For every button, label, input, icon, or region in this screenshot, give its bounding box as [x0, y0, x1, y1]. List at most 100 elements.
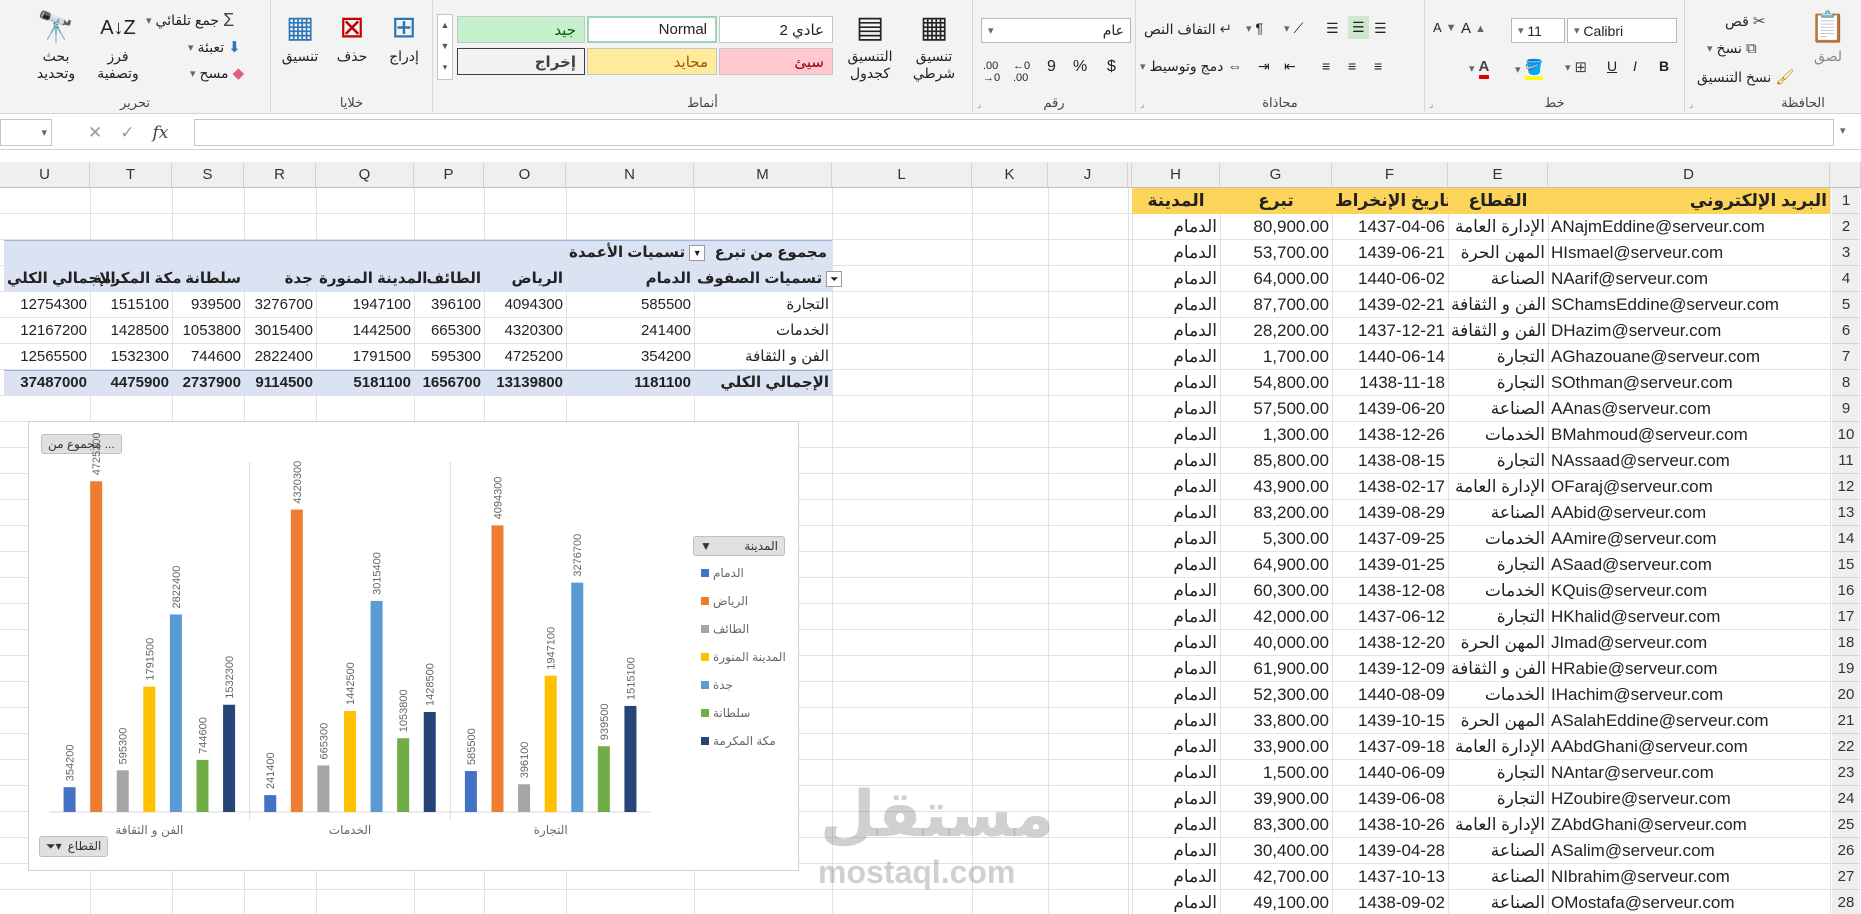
bar[interactable]	[464, 771, 477, 812]
row-header[interactable]: 10	[1832, 422, 1860, 448]
col-header-R[interactable]: R	[244, 162, 316, 188]
pivot-row-label[interactable]: التجارة	[694, 292, 832, 318]
row-header[interactable]: 21	[1832, 708, 1860, 734]
check-icon[interactable]: ✓	[120, 123, 134, 143]
pivot-col-header[interactable]: سلطانة	[172, 266, 244, 292]
dialog-launcher-icon[interactable]: ⌟	[1689, 99, 1693, 110]
row-header[interactable]: 23	[1832, 760, 1860, 786]
table-cell-email[interactable]: DHazim@serveur.com	[1548, 318, 1830, 344]
table-cell-date[interactable]: 1438-10-26	[1332, 812, 1448, 838]
table-cell-sector[interactable]: الخدمات	[1448, 526, 1548, 552]
pivot-value-cell[interactable]: 1791500	[316, 344, 414, 370]
pivot-grand-value[interactable]: 1181100	[566, 370, 694, 396]
table-cell-sector[interactable]: الصناعة	[1448, 838, 1548, 864]
row-header[interactable]: 17	[1832, 604, 1860, 630]
table-cell-date[interactable]: 1438-08-15	[1332, 448, 1448, 474]
table-cell-email[interactable]: ASalahEddine@serveur.com	[1548, 708, 1830, 734]
table-cell-email[interactable]: BMahmoud@serveur.com	[1548, 422, 1830, 448]
col-header-S[interactable]: S	[172, 162, 244, 188]
table-cell-city[interactable]: الدمام	[1132, 838, 1220, 864]
table-cell-sector[interactable]: التجارة	[1448, 604, 1548, 630]
clear-button[interactable]: ▾ مسح ◆	[190, 64, 244, 83]
legend-item[interactable]: الرياض	[701, 594, 748, 608]
table-cell-email[interactable]: AAnas@serveur.com	[1548, 396, 1830, 422]
table-cell-donation[interactable]: 83,300.00	[1220, 812, 1332, 838]
row-header[interactable]: 8	[1832, 370, 1860, 396]
table-cell-donation[interactable]: 33,800.00	[1220, 708, 1332, 734]
pivot-row-total[interactable]: 12167200	[4, 318, 90, 344]
dialog-launcher-icon[interactable]: ⌟	[1140, 99, 1144, 110]
style-good[interactable]: جيد	[457, 16, 585, 43]
row-header[interactable]: 3	[1832, 240, 1860, 266]
table-cell-email[interactable]: ASalim@serveur.com	[1548, 838, 1830, 864]
table-header-sector[interactable]: القطاع	[1448, 188, 1548, 214]
table-cell-date[interactable]: 1438-09-02	[1332, 890, 1448, 914]
table-cell-donation[interactable]: 42,700.00	[1220, 864, 1332, 890]
pivot-value-cell[interactable]: 939500	[172, 292, 244, 318]
decrease-indent-button[interactable]: ⇤	[1284, 58, 1296, 75]
pivot-value-cell[interactable]: 4320300	[484, 318, 566, 344]
table-cell-city[interactable]: الدمام	[1132, 682, 1220, 708]
decrease-decimal-button[interactable]: .00 →0	[983, 60, 1000, 84]
row-header[interactable]: 27	[1832, 864, 1860, 890]
table-cell-date[interactable]: 1437-12-21	[1332, 318, 1448, 344]
table-cell-sector[interactable]: الخدمات	[1448, 682, 1548, 708]
table-cell-email[interactable]: AAmire@serveur.com	[1548, 526, 1830, 552]
pivot-value-cell[interactable]: 585500	[566, 292, 694, 318]
format-painter-button[interactable]: نسخ التنسيق 🖌	[1697, 68, 1794, 87]
table-cell-donation[interactable]: 64,900.00	[1220, 552, 1332, 578]
find-select-button[interactable]: 🔭 بحث وتحديد	[26, 8, 86, 82]
pivot-col-labels[interactable]: تسميات الأعمدة ▼	[566, 240, 706, 266]
bar[interactable]	[317, 765, 330, 812]
align-center-button[interactable]: ≡	[1348, 58, 1356, 74]
table-cell-donation[interactable]: 53,700.00	[1220, 240, 1332, 266]
table-cell-sector[interactable]: الخدمات	[1448, 422, 1548, 448]
table-cell-city[interactable]: الدمام	[1132, 812, 1220, 838]
row-header[interactable]: 28	[1832, 890, 1860, 914]
table-cell-sector[interactable]: الإدارة العامة	[1448, 734, 1548, 760]
table-cell-date[interactable]: 1438-12-08	[1332, 578, 1448, 604]
bar[interactable]	[518, 784, 531, 812]
font-color-button[interactable]: ▾ A	[1469, 58, 1490, 79]
col-header-T[interactable]: T	[90, 162, 172, 188]
pivot-value-cell[interactable]: 744600	[172, 344, 244, 370]
align-middle-button[interactable]: ☰	[1348, 16, 1369, 39]
table-cell-donation[interactable]: 64,000.00	[1220, 266, 1332, 292]
align-right-button[interactable]: ≡	[1374, 58, 1382, 74]
bar[interactable]	[624, 705, 637, 812]
legend-item[interactable]: مكة المكرمة	[701, 734, 776, 748]
legend-item[interactable]: المدينة المنورة	[701, 650, 786, 664]
table-cell-sector[interactable]: التجارة	[1448, 448, 1548, 474]
table-cell-city[interactable]: الدمام	[1132, 474, 1220, 500]
align-bottom-button[interactable]: ☰	[1326, 20, 1339, 37]
row-header[interactable]: 7	[1832, 344, 1860, 370]
table-cell-email[interactable]: ASaad@serveur.com	[1548, 552, 1830, 578]
table-cell-email[interactable]: HRabie@serveur.com	[1548, 656, 1830, 682]
pivot-grand-value[interactable]: 1656700	[414, 370, 484, 396]
table-cell-date[interactable]: 1440-06-14	[1332, 344, 1448, 370]
table-cell-date[interactable]: 1439-06-20	[1332, 396, 1448, 422]
paste-button[interactable]: 📋 لصق	[1803, 8, 1853, 65]
table-cell-city[interactable]: الدمام	[1132, 214, 1220, 240]
table-cell-date[interactable]: 1437-06-12	[1332, 604, 1448, 630]
col-header-N[interactable]: N	[566, 162, 694, 188]
table-cell-date[interactable]: 1439-01-25	[1332, 552, 1448, 578]
pivot-grand-value[interactable]: 4475900	[90, 370, 172, 396]
legend-field-button[interactable]: ▼ المدينة	[693, 536, 785, 556]
table-cell-city[interactable]: الدمام	[1132, 656, 1220, 682]
bar[interactable]	[90, 481, 103, 812]
table-cell-donation[interactable]: 1,700.00	[1220, 344, 1332, 370]
table-cell-donation[interactable]: 43,900.00	[1220, 474, 1332, 500]
table-cell-sector[interactable]: التجارة	[1448, 786, 1548, 812]
pivot-grand-value[interactable]: 9114500	[244, 370, 316, 396]
table-cell-email[interactable]: OMostafa@serveur.com	[1548, 890, 1830, 914]
table-cell-email[interactable]: OFaraj@serveur.com	[1548, 474, 1830, 500]
col-header-D[interactable]: D	[1548, 162, 1830, 188]
row-header[interactable]: 26	[1832, 838, 1860, 864]
pivot-col-header[interactable]: الدمام	[566, 266, 694, 292]
table-header-email[interactable]: البريد الإلكتروني	[1548, 188, 1830, 214]
table-cell-sector[interactable]: الخدمات	[1448, 578, 1548, 604]
pivot-col-header[interactable]: جدة	[244, 266, 316, 292]
pivot-col-header-total[interactable]: الإجمالي الكلي	[4, 266, 116, 292]
table-cell-donation[interactable]: 61,900.00	[1220, 656, 1332, 682]
